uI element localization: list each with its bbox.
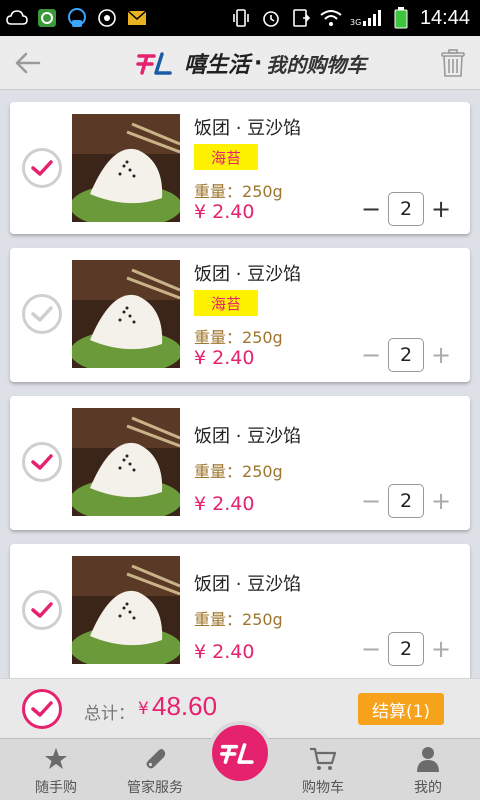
status-bar: 3G 14:44 xyxy=(0,0,480,36)
app-header: 嘻生活 · 我的购物车 xyxy=(0,36,480,90)
nav-item-cart[interactable]: 购物车 xyxy=(275,739,371,800)
brand-logo-icon xyxy=(220,742,254,764)
back-button[interactable] xyxy=(10,46,44,80)
shield-icon xyxy=(36,8,58,28)
product-name: 饭团 · 豆沙馅 xyxy=(194,264,302,285)
product-weight: 重量：250g xyxy=(194,328,283,347)
bottom-nav: 随手购 管家服务 购物车 我的 xyxy=(0,721,480,800)
cart-list[interactable]: 饭团 · 豆沙馅 海苔 重量：250g ¥ 2.40 − 2 + 饭团 · 豆沙… xyxy=(0,90,480,678)
product-price: ¥ 2.40 xyxy=(194,641,255,663)
product-price: ¥ 2.40 xyxy=(194,493,255,515)
product-name: 饭团 · 豆沙馅 xyxy=(194,426,302,447)
cart-item[interactable]: 饭团 · 豆沙馅 重量：250g ¥ 2.40 − 2 + xyxy=(10,544,470,678)
star-icon xyxy=(42,745,70,773)
checkmark-icon xyxy=(31,454,53,470)
delete-button[interactable] xyxy=(438,46,468,80)
minus-icon[interactable]: − xyxy=(360,487,382,515)
checkmark-icon xyxy=(31,306,53,322)
brand-logo-icon xyxy=(136,52,172,75)
alarm-icon xyxy=(260,8,282,28)
total-amount: 48.60 xyxy=(152,691,218,721)
product-weight: 重量：250g xyxy=(194,610,283,629)
variant-tag: 海苔 xyxy=(194,144,258,170)
select-all-checkbox[interactable] xyxy=(22,689,62,729)
brand-name: 嘻生活 xyxy=(184,53,251,78)
product-image[interactable] xyxy=(72,556,180,664)
screenshot-icon xyxy=(290,8,312,28)
item-checkbox[interactable] xyxy=(22,148,62,188)
nav-label: 管家服务 xyxy=(127,780,183,796)
minus-icon[interactable]: − xyxy=(360,195,382,223)
chat-icon xyxy=(66,8,88,28)
checkmark-icon xyxy=(31,701,53,717)
nav-label: 购物车 xyxy=(302,780,344,796)
product-image[interactable] xyxy=(72,114,180,222)
product-name: 饭团 · 豆沙馅 xyxy=(194,574,302,595)
product-image[interactable] xyxy=(72,408,180,516)
title-separator: · xyxy=(254,50,263,76)
nav-item-services[interactable]: 管家服务 xyxy=(107,739,203,800)
quantity-stepper[interactable]: − 2 + xyxy=(360,192,452,226)
plus-icon[interactable]: + xyxy=(430,341,452,369)
product-weight: 重量：250g xyxy=(194,462,283,481)
plus-icon[interactable]: + xyxy=(430,487,452,515)
svg-text:3G: 3G xyxy=(350,18,361,27)
item-checkbox[interactable] xyxy=(22,590,62,630)
quantity-value[interactable]: 2 xyxy=(388,192,424,226)
battery-icon xyxy=(390,7,412,29)
plus-icon[interactable]: + xyxy=(430,635,452,663)
item-checkbox[interactable] xyxy=(22,294,62,334)
checkmark-icon xyxy=(31,602,53,618)
signal-icon: 3G xyxy=(350,8,382,28)
nav-label: 随手购 xyxy=(35,780,77,796)
vibrate-icon xyxy=(230,8,252,28)
home-button[interactable] xyxy=(208,721,272,785)
checkout-button[interactable]: 结算(1) xyxy=(358,693,444,725)
clock-time: 14:44 xyxy=(419,6,470,29)
cart-item[interactable]: 饭团 · 豆沙馅 重量：250g ¥ 2.40 − 2 + xyxy=(10,396,470,530)
product-image[interactable] xyxy=(72,260,180,368)
total-currency: ¥ xyxy=(138,699,149,719)
item-checkbox[interactable] xyxy=(22,442,62,482)
quantity-value[interactable]: 2 xyxy=(388,484,424,518)
nav-label: 我的 xyxy=(414,780,442,796)
quantity-value[interactable]: 2 xyxy=(388,338,424,372)
nav-item-profile[interactable]: 我的 xyxy=(380,739,476,800)
plus-icon[interactable]: + xyxy=(430,195,452,223)
wifi-icon xyxy=(320,8,342,28)
product-weight: 重量：250g xyxy=(194,182,283,201)
cloud-icon xyxy=(6,8,28,28)
mail-icon xyxy=(126,8,148,28)
nav-item-browse[interactable]: 随手购 xyxy=(8,739,104,800)
quantity-stepper[interactable]: − 2 + xyxy=(360,338,452,372)
page-title: 我的购物车 xyxy=(266,52,367,77)
back-arrow-icon xyxy=(15,52,41,74)
user-icon xyxy=(414,745,442,773)
product-name: 饭团 · 豆沙馅 xyxy=(194,118,302,139)
minus-icon[interactable]: − xyxy=(360,341,382,369)
total-label: 总计： xyxy=(84,704,135,724)
cart-icon xyxy=(309,745,337,773)
product-price: ¥ 2.40 xyxy=(194,347,255,369)
message-icon xyxy=(96,8,118,28)
quantity-value[interactable]: 2 xyxy=(388,632,424,666)
cart-item[interactable]: 饭团 · 豆沙馅 海苔 重量：250g ¥ 2.40 − 2 + xyxy=(10,248,470,382)
quantity-stepper[interactable]: − 2 + xyxy=(360,484,452,518)
brand-title: 嘻生活 · 我的购物车 xyxy=(136,48,366,78)
quantity-stepper[interactable]: − 2 + xyxy=(360,632,452,666)
variant-tag: 海苔 xyxy=(194,290,258,316)
trash-icon xyxy=(441,49,465,77)
checkmark-icon xyxy=(31,160,53,176)
product-price: ¥ 2.40 xyxy=(194,201,255,223)
cart-item[interactable]: 饭团 · 豆沙馅 海苔 重量：250g ¥ 2.40 − 2 + xyxy=(10,102,470,234)
minus-icon[interactable]: − xyxy=(360,635,382,663)
wrench-icon xyxy=(141,745,169,773)
